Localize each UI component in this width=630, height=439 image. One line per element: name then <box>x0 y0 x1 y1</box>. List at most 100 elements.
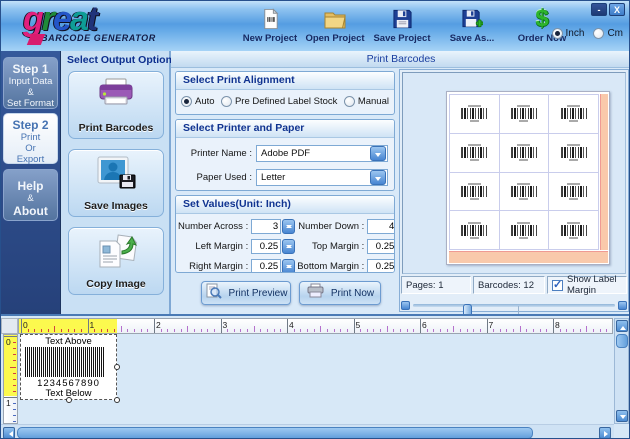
barcode-bar <box>91 347 92 377</box>
unit-option-cm[interactable]: Cm <box>593 28 623 39</box>
ruler-tick <box>167 329 168 332</box>
sidebar-item-step2[interactable]: Step 2 Print Or Export <box>3 113 58 164</box>
ruler-tick <box>13 342 16 343</box>
ruler-tick <box>13 409 16 410</box>
scroll-up-button[interactable] <box>616 320 628 332</box>
label-text-line <box>569 159 578 161</box>
paper-used-select[interactable]: Letter <box>256 169 388 186</box>
new-project-button[interactable]: New Project <box>241 7 299 47</box>
slider-left-button[interactable] <box>401 301 410 310</box>
barcode-bar <box>43 347 44 377</box>
ruler-tick <box>287 319 288 334</box>
ruler-tick <box>573 329 574 332</box>
minimize-button[interactable]: - <box>591 3 607 16</box>
mini-barcode <box>561 108 587 119</box>
horizontal-scroll-thumb[interactable] <box>17 427 533 439</box>
alignment-option-manual[interactable]: Manual <box>344 96 389 107</box>
ruler-tick <box>274 329 275 332</box>
ruler-tick <box>201 329 202 332</box>
barcode-bar <box>27 347 28 377</box>
save-images-button[interactable]: Save Images <box>68 149 164 217</box>
radio-predefined[interactable] <box>221 96 232 107</box>
scroll-right-button[interactable] <box>599 427 611 439</box>
scroll-down-button[interactable] <box>616 410 628 422</box>
barcode-bar <box>95 347 96 377</box>
barcode-design-widget[interactable]: Text Above 1234567890 Text Below <box>20 334 117 400</box>
print-preview-button[interactable]: Print Preview <box>201 281 291 305</box>
number-down-field: Number Down : <box>297 219 395 234</box>
number-across-input[interactable] <box>251 219 281 234</box>
order-now-button[interactable]: $ Order Now <box>513 7 571 47</box>
horizontal-scrollbar[interactable] <box>1 424 614 439</box>
label-text-line <box>517 183 530 185</box>
values-grid: Number Across : Number Down : Left Margi… <box>176 214 394 273</box>
unit-option-inch[interactable]: Inch <box>552 28 585 39</box>
sidebar-item-help-about[interactable]: Help & About <box>3 169 58 221</box>
open-project-button[interactable]: Open Project <box>306 7 364 47</box>
barcodes-status: Barcodes: 12 <box>473 276 545 294</box>
save-as-button[interactable]: Save As... <box>441 7 503 47</box>
chevron-down-icon[interactable] <box>370 146 386 161</box>
alignment-option-auto[interactable]: Auto <box>181 96 215 107</box>
alignment-option-predefined[interactable]: Pre Defined Label Stock <box>221 96 337 107</box>
step-title: Step 2 <box>5 118 56 132</box>
vertical-ruler: 01 <box>3 334 18 424</box>
resize-handle-bottom[interactable] <box>66 397 72 403</box>
radio-auto[interactable] <box>181 96 192 107</box>
number-across-stepper[interactable] <box>282 219 295 234</box>
resize-handle-corner[interactable] <box>114 397 120 403</box>
chevron-down-icon[interactable] <box>370 170 386 185</box>
printer-name-select[interactable]: Adobe PDF <box>256 145 388 162</box>
button-label: Print Now <box>331 288 374 299</box>
ruler-tick <box>194 329 195 332</box>
print-barcodes-panel: Print Barcodes Select Print Alignment Au… <box>171 51 630 314</box>
ruler-tick <box>107 329 108 332</box>
barcode-bar <box>79 347 80 377</box>
logo-swash <box>27 34 45 45</box>
close-button[interactable]: X <box>609 3 625 16</box>
ruler-tick <box>34 329 35 332</box>
slider-right-button[interactable] <box>618 301 627 310</box>
radio-manual[interactable] <box>344 96 355 107</box>
ruler-tick <box>13 354 16 355</box>
slider-track[interactable] <box>413 304 615 307</box>
vertical-scroll-thumb[interactable] <box>616 334 628 348</box>
step-line: Export <box>5 154 56 165</box>
barcode-bar <box>53 347 54 377</box>
right-margin-input[interactable] <box>251 259 281 273</box>
left-margin-stepper[interactable] <box>282 239 295 254</box>
ruler-tick <box>88 319 89 334</box>
ruler-tick <box>13 421 16 422</box>
show-label-margin-checkbox[interactable] <box>552 280 563 291</box>
bottom-margin-input[interactable] <box>367 259 395 273</box>
number-down-input[interactable] <box>367 219 395 234</box>
print-now-button[interactable]: Print Now <box>299 281 381 305</box>
ruler-tick <box>13 379 16 380</box>
show-label-margin-option[interactable]: Show Label Margin <box>547 276 627 294</box>
print-barcodes-button[interactable]: Print Barcodes <box>68 71 164 139</box>
label-text-line <box>470 120 479 122</box>
ruler-tick <box>307 329 308 332</box>
top-margin-input[interactable] <box>367 239 395 254</box>
radio-cm[interactable] <box>593 28 604 39</box>
barcode-bar <box>31 347 32 377</box>
resize-handle-right[interactable] <box>114 364 120 370</box>
ruler-tick <box>234 329 235 332</box>
scroll-left-button[interactable] <box>3 427 15 439</box>
logo-subtitle: BARCODE GENERATOR <box>41 33 183 43</box>
ruler-tick <box>393 329 394 332</box>
ruler-tick <box>327 329 328 332</box>
radio-inch[interactable] <box>552 28 563 39</box>
right-margin-stepper[interactable] <box>282 259 295 273</box>
save-project-button[interactable]: Save Project <box>373 7 431 47</box>
sidebar-item-step1[interactable]: Step 1 Input Data & Set Format <box>3 57 58 109</box>
label-text-line <box>567 222 580 224</box>
ruler-tick <box>300 329 301 332</box>
copy-image-button[interactable]: Copy Image <box>68 227 164 295</box>
ruler-tick <box>10 367 16 368</box>
toolbar-button-label: New Project <box>243 33 297 44</box>
ruler-tick <box>480 329 481 332</box>
vertical-scrollbar[interactable] <box>614 318 629 424</box>
preview-viewport <box>402 72 626 274</box>
left-margin-input[interactable] <box>251 239 281 254</box>
